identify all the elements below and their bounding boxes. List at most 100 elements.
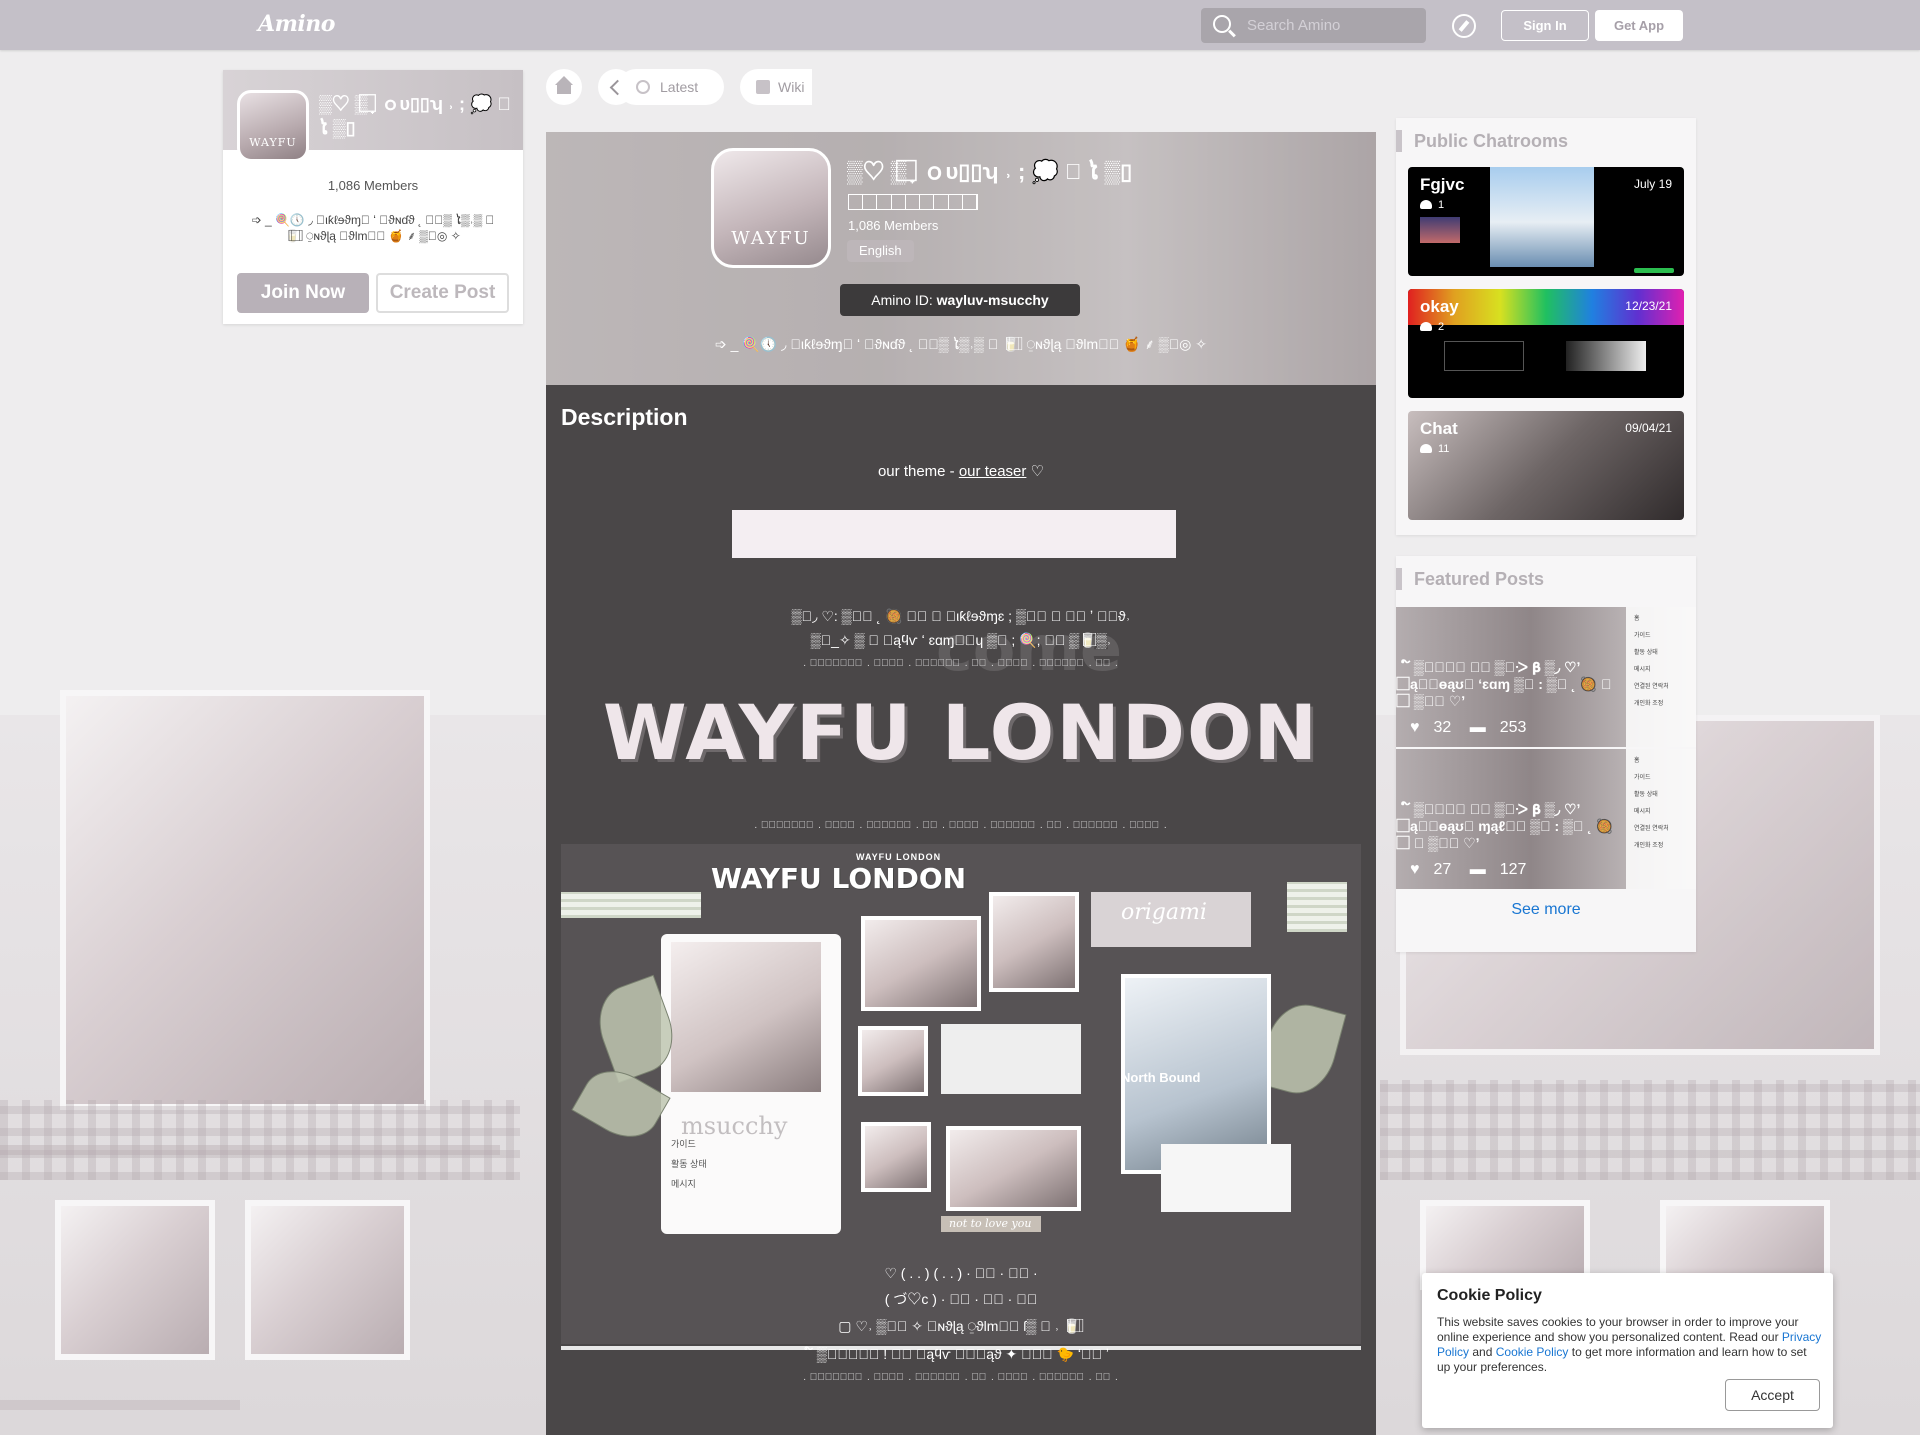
collage-plaid-strip bbox=[561, 892, 701, 918]
cookie-text-and: and bbox=[1472, 1345, 1493, 1359]
community-main-panel: WAYFU ▒♡ ▒ ̟ ⃞ ｏυ▯▯ʮ ˒ ; 💭 ⃞ ໄ ▒▯ 1,086 … bbox=[546, 132, 1376, 1435]
background-stripe bbox=[0, 1400, 240, 1410]
chatroom-thumbnail bbox=[1420, 217, 1460, 243]
search-icon bbox=[1213, 15, 1231, 33]
collage-note-card bbox=[1161, 1144, 1291, 1212]
explore-compass-icon[interactable] bbox=[1452, 14, 1476, 38]
tab-wiki-label: Wiki bbox=[778, 79, 805, 95]
comment-count: 127 bbox=[1499, 861, 1527, 878]
comment-icon: ▬ bbox=[1469, 719, 1486, 736]
hero-icon-text: WAYFU bbox=[731, 228, 811, 249]
cookie-text-before: This website saves cookies to your brows… bbox=[1437, 1315, 1799, 1344]
hero-member-count: 1,086 Members bbox=[848, 218, 939, 233]
collage-photo bbox=[858, 1026, 928, 1096]
join-now-button[interactable]: Join Now bbox=[237, 273, 369, 313]
community-icon[interactable]: WAYFU bbox=[237, 90, 309, 162]
chatroom-cover-image bbox=[1490, 167, 1594, 267]
top-navigation-bar: Amino Search Amino Sign In Get App bbox=[0, 0, 1920, 50]
cookie-text: This website saves cookies to your brows… bbox=[1437, 1315, 1822, 1375]
divider-dots: . ⃞⃞⃞⃞⃞⃞⃞ . ⃞⃞⃞⃞ . ⃞⃞⃞⃞⃞⃞ . ⃞⃞ . ⃞⃞⃞⃞ . … bbox=[754, 820, 1168, 831]
wayfu-london-banner-title: WAYFU LONDON bbox=[602, 688, 1320, 777]
back-chevron-icon[interactable] bbox=[598, 69, 634, 105]
heart-icon: ♥ bbox=[1410, 861, 1420, 878]
see-more-link[interactable]: See more bbox=[1396, 901, 1696, 919]
amino-id-value: wayluv-msucchy bbox=[936, 292, 1049, 308]
heart-icon: ♥ bbox=[1410, 719, 1420, 736]
community-icon-text: WAYFU bbox=[249, 136, 297, 149]
chatroom-name: okay bbox=[1420, 297, 1459, 316]
cookie-policy-link[interactable]: Cookie Policy bbox=[1496, 1345, 1569, 1359]
featured-posts-heading: Featured Posts bbox=[1396, 568, 1544, 590]
tab-wiki[interactable]: Wiki bbox=[740, 69, 812, 105]
description-heading: Description bbox=[561, 404, 688, 430]
wiki-icon bbox=[756, 80, 770, 94]
hero-tagline: ➩ _ 🍭🕔 ◞ ⃞ιƙℓɘϑɱ⃞ ʻ ⃞ϑɴɗϑ ˛ ⃞⃞▒ ໄ▒˒▒ ⃞ 🥛… bbox=[714, 336, 1208, 352]
collage-plaid-strip bbox=[1287, 882, 1347, 932]
featured-post-card[interactable]: 홈 가이드 활동 상태 메시지 연결된 연락처 개인화 조정 ໌ ▒⃞⃞♡⃞ ⸙… bbox=[1396, 607, 1696, 747]
chatroom-online-bar bbox=[1634, 268, 1674, 273]
community-name[interactable]: ▒♡ ▒ ̟ ⃞ ｏυ▯▯ʮ ˒ ; 💭 ⃞ ໄ ▒▯ bbox=[319, 92, 519, 140]
ghost-welcome-text: come bbox=[936, 612, 1122, 685]
bottom-glyph-line: ( づ♡c ) · ⃞⃞ · ⃞⃞ · ⃞⃞ bbox=[884, 1291, 1038, 1307]
featured-post-stats: ♥ 27 ▬ 127 bbox=[1410, 861, 1540, 879]
collage-title: WAYFU LONDON bbox=[711, 862, 967, 895]
post-side-menu: 홈 가이드 활동 상태 메시지 연결된 연락처 개인화 조정 bbox=[1626, 607, 1696, 747]
collage-phone-menu: 가이드 활동 상태 메시지 bbox=[671, 1139, 707, 1189]
chatroom-card[interactable]: Chat 09/04/21 11 bbox=[1408, 411, 1684, 520]
chatroom-member-count: 1 bbox=[1420, 199, 1444, 211]
chatroom-name: Fgjvc bbox=[1420, 175, 1465, 194]
background-photo bbox=[245, 1200, 410, 1360]
amino-logo[interactable]: Amino bbox=[258, 11, 335, 37]
amino-id-badge[interactable]: Amino ID: wayluv-msucchy bbox=[840, 284, 1080, 316]
background-plaid bbox=[1380, 1080, 1920, 1180]
featured-post-card[interactable]: 홈 가이드 활동 상태 메시지 연결된 연락처 개인화 조정 ໌ ▒⃞⃞♡⃞ ⸙… bbox=[1396, 749, 1696, 889]
chatroom-card[interactable]: okay 12/23/21 2 bbox=[1408, 289, 1684, 398]
get-app-button[interactable]: Get App bbox=[1595, 10, 1683, 41]
chatroom-member-count: 11 bbox=[1420, 443, 1449, 455]
sign-in-button[interactable]: Sign In bbox=[1501, 10, 1589, 41]
teaser-link[interactable]: our teaser bbox=[959, 463, 1027, 480]
cookie-text-after: to get more information and learn how to… bbox=[1437, 1345, 1807, 1374]
home-icon[interactable] bbox=[546, 69, 582, 105]
collage-photo bbox=[946, 1126, 1081, 1211]
featured-post-title: ໌ ▒⃞⃞♡⃞ ⸙⃞ ▒⃞ᑀ 𝛃 ▒◞ ♡ʼ ⃞ąⴰ⃞ɵąʊ⃞ ʻɛɑɱ ▒⃞ … bbox=[1410, 659, 1612, 709]
search-box[interactable]: Search Amino bbox=[1201, 8, 1426, 43]
chatroom-name: Chat bbox=[1420, 419, 1458, 438]
chatroom-date: 12/23/21 bbox=[1625, 299, 1672, 313]
collage-small-title: WAYFU LONDON bbox=[856, 852, 942, 862]
accept-cookies-button[interactable]: Accept bbox=[1725, 1379, 1820, 1411]
collage-northbound-text: North Bound bbox=[1121, 1070, 1201, 1085]
featured-post-title: ໌ ▒⃞⃞♡⃞ ⸙⃞ ▒⃞ᑀ 𝛃 ▒◞ ♡ʼ ⃞ąⴰ⃞ɵąʊ⃞ ɱąℓ⃞⃞ ▒⃞… bbox=[1410, 801, 1614, 851]
cookie-policy-dialog: Cookie Policy This website saves cookies… bbox=[1422, 1273, 1833, 1428]
clock-icon bbox=[636, 80, 650, 94]
like-count: 32 bbox=[1433, 719, 1452, 736]
amino-id-label: Amino ID: bbox=[871, 292, 933, 308]
tab-latest-label: Latest bbox=[660, 79, 699, 95]
chatroom-member-count: 2 bbox=[1420, 321, 1444, 333]
bottom-glyph-line: ♡ ( . . ) ( . . ) · ⃞⃞ · ⃞⃞ · bbox=[884, 1265, 1038, 1281]
public-chatrooms-heading: Public Chatrooms bbox=[1396, 130, 1568, 152]
comment-icon: ▬ bbox=[1469, 861, 1486, 878]
chatroom-date: July 19 bbox=[1633, 177, 1672, 191]
collage-notlove-text: not to love you bbox=[949, 1217, 1032, 1230]
chatroom-card[interactable]: Fgjvc July 19 1 bbox=[1408, 167, 1684, 276]
divider-dots: . ⃞⃞⃞⃞⃞⃞⃞ . ⃞⃞⃞⃞ . ⃞⃞⃞⃞⃞⃞ . ⃞⃞ . ⃞⃞⃞⃞ . … bbox=[803, 1372, 1119, 1383]
hero-level-boxes bbox=[848, 194, 978, 210]
chatroom-slider-box bbox=[1444, 341, 1524, 371]
bottom-glyph-line: ໌ ▒⃞⃞♡⃞⃞ ! ⸙⃞ ⃞ąϥѵ ⃞⃞⃞ąϑ ✦ ⃞⃞⃞ 🐤 ʻ♡⃞ ʼ bbox=[813, 1346, 1109, 1362]
create-post-button[interactable]: Create Post bbox=[376, 273, 509, 313]
theme-prefix: our theme - bbox=[877, 463, 955, 480]
theme-line: our theme - our teaser ♡ bbox=[546, 462, 1376, 480]
featured-post-stats: ♥ 32 ▬ 253 bbox=[1410, 719, 1540, 737]
chatroom-date: 09/04/21 bbox=[1625, 421, 1672, 435]
decorative-banner-bar bbox=[732, 510, 1176, 558]
collage-phone-screen bbox=[671, 942, 821, 1092]
bottom-glyph-line: ▢ ♡˒ ▒⃞⃞ ✧ ⃞ɴϑɭą ⍜ϑlm⃞⃞ ſ▒ ⃞ ˒ 🥛⃞⃞ ⃞⃞ bbox=[838, 1318, 1084, 1334]
hero-community-icon: WAYFU bbox=[711, 148, 831, 268]
collage-photo bbox=[861, 1122, 931, 1192]
search-input[interactable]: Search Amino bbox=[1247, 17, 1340, 34]
post-side-menu: 홈 가이드 활동 상태 메시지 연결된 연락처 개인화 조정 bbox=[1626, 749, 1696, 889]
public-chatrooms-panel: Public Chatrooms Fgjvc July 19 1 okay 12… bbox=[1396, 118, 1696, 535]
community-member-count: 1,086 Members bbox=[327, 178, 419, 193]
background-plaid bbox=[0, 1100, 520, 1180]
